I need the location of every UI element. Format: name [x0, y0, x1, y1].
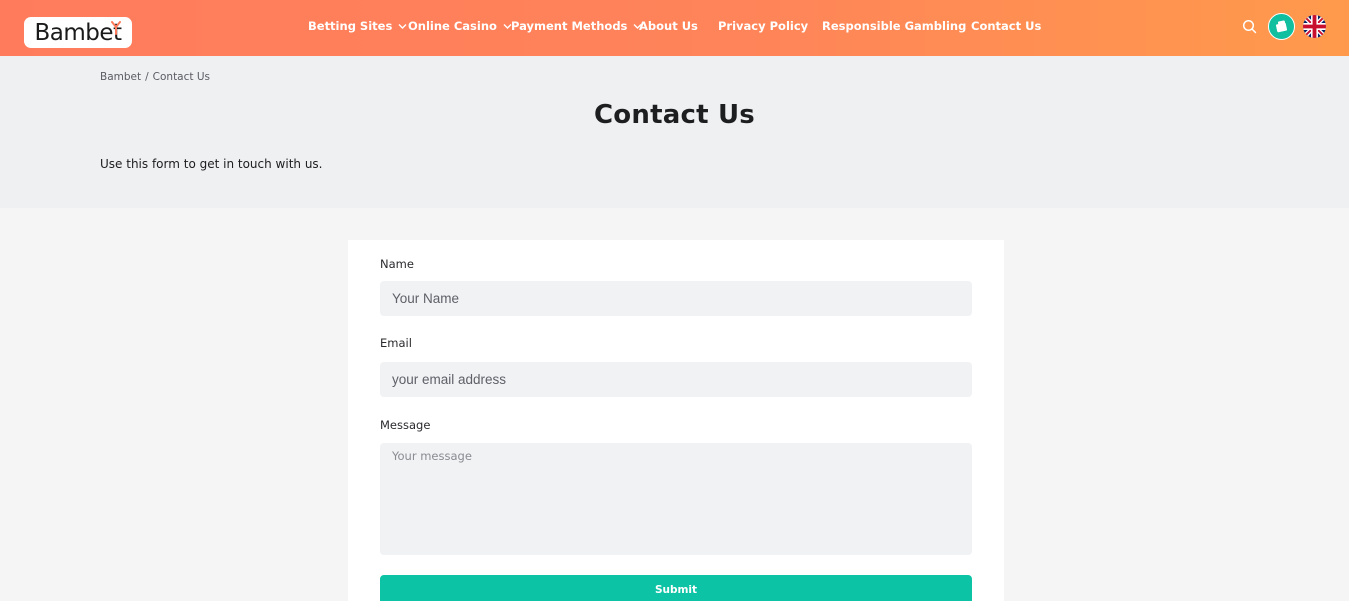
gift-glyph-icon — [1276, 20, 1287, 33]
nav-about-us[interactable]: About Us — [639, 18, 698, 34]
chevron-down-icon — [398, 23, 407, 29]
breadcrumb: Bambet / Contact Us — [100, 71, 210, 83]
name-label: Name — [380, 257, 414, 271]
breadcrumb-separator: / — [145, 71, 149, 83]
page-title: Contact Us — [594, 100, 755, 130]
message-textarea[interactable] — [380, 443, 972, 555]
email-label: Email — [380, 336, 412, 350]
nav-privacy-policy[interactable]: Privacy Policy — [718, 18, 808, 34]
page-hero: Bambet / Contact Us Contact Us Use this fo… — [0, 56, 1349, 208]
submit-button[interactable]: Submit — [380, 575, 972, 601]
search-icon[interactable] — [1242, 19, 1257, 34]
nav-payment-methods[interactable]: Payment Methods — [511, 18, 643, 34]
nav-label: Payment Methods — [511, 19, 628, 33]
nav-betting-sites[interactable]: Betting Sites — [308, 18, 408, 34]
bambet-logo[interactable]: Bambet — [24, 17, 132, 48]
name-input[interactable] — [380, 281, 972, 316]
message-label: Message — [380, 418, 431, 432]
page-intro: Use this form to get in touch with us. — [100, 157, 323, 171]
uk-flag-icon[interactable] — [1303, 15, 1326, 38]
email-input[interactable] — [380, 362, 972, 397]
nav-responsible-gambling[interactable]: Responsible Gambling — [822, 18, 966, 34]
breadcrumb-home-link[interactable]: Bambet — [100, 71, 141, 83]
sprout-icon — [111, 21, 121, 35]
nav-label: Betting Sites — [308, 19, 393, 33]
site-header: Bambet Betting Sites Online Casino Payme… — [0, 0, 1349, 56]
nav-label: Contact Us — [971, 19, 1042, 33]
nav-online-casino[interactable]: Online Casino — [408, 18, 513, 34]
nav-label: About Us — [639, 19, 698, 33]
breadcrumb-current: Contact Us — [152, 71, 211, 83]
nav-contact-us[interactable]: Contact Us — [971, 18, 1041, 34]
contact-form: Name Email Message Submit — [348, 240, 1004, 601]
nav-label: Responsible Gambling — [822, 19, 967, 33]
nav-label: Online Casino — [408, 19, 497, 33]
nav-label: Privacy Policy — [718, 19, 809, 33]
gift-icon[interactable] — [1268, 13, 1295, 40]
